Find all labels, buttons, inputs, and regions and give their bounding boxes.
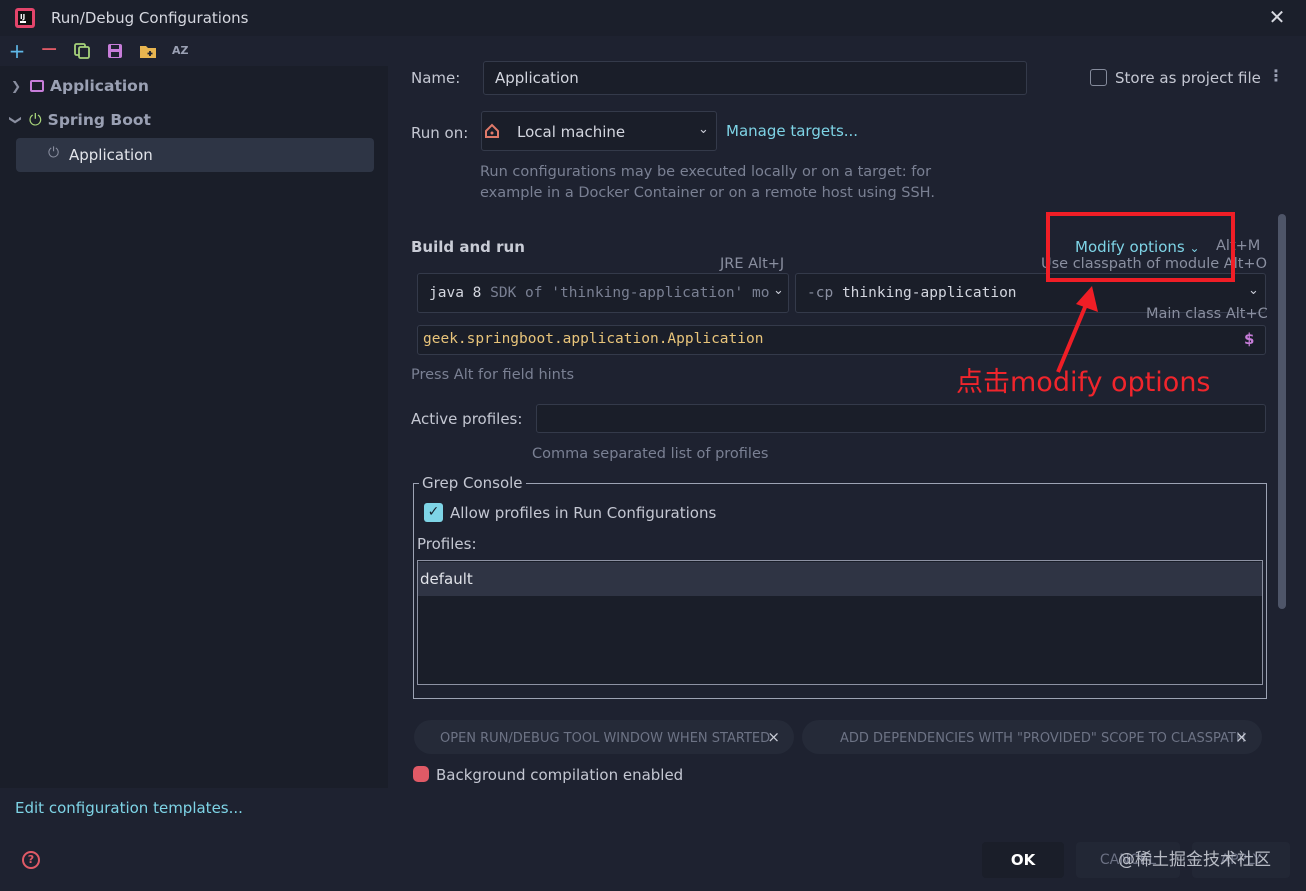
jre-version: java 8 — [429, 285, 482, 301]
add-provided-deps-chip[interactable]: ADD DEPENDENCIES WITH "PROVIDED" SCOPE T… — [802, 720, 1262, 754]
run-on-value: Local machine — [517, 123, 626, 141]
active-profiles-hint: Comma separated list of profiles — [532, 446, 769, 462]
vertical-scrollbar[interactable] — [1278, 214, 1286, 609]
close-icon[interactable]: ✕ — [1266, 6, 1288, 28]
jre-hint: JRE Alt+J — [720, 256, 785, 272]
tree-group-label: Application — [50, 77, 149, 95]
manage-targets-link[interactable]: Manage targets... — [726, 122, 858, 140]
store-as-project-file-checkbox[interactable] — [1090, 69, 1107, 86]
spring-boot-power-icon: ⏻ — [48, 145, 60, 161]
close-icon[interactable]: × — [1235, 728, 1248, 746]
window-title: Run/Debug Configurations — [51, 9, 249, 27]
annotation-highlight-box — [1046, 212, 1235, 282]
active-profiles-input[interactable] — [536, 404, 1266, 433]
run-on-select[interactable]: Local machine — [481, 111, 717, 151]
sort-az-icon[interactable]: AZ — [172, 42, 190, 60]
save-icon[interactable] — [106, 42, 124, 60]
tree-group-application[interactable]: ❯ Application — [8, 70, 383, 102]
dollar-macro-icon[interactable]: $ — [1244, 330, 1254, 348]
more-options-icon[interactable]: ⋮ — [1268, 66, 1284, 85]
chip-label: ADD DEPENDENCIES WITH "PROVIDED" SCOPE T… — [840, 731, 1246, 746]
home-icon — [485, 123, 499, 138]
tree-item-label: Application — [69, 146, 153, 164]
name-input[interactable]: Application — [483, 61, 1027, 95]
main-class-hint: Main class Alt+C — [1146, 306, 1268, 322]
chip-label: OPEN RUN/DEBUG TOOL WINDOW WHEN STARTED — [440, 731, 771, 746]
jre-select[interactable]: java 8 SDK of 'thinking-application' mo — [417, 273, 789, 313]
application-icon — [30, 80, 44, 92]
run-on-hint-line-2: example in a Docker Container or on a re… — [480, 185, 935, 201]
spring-boot-power-icon: ⏻ — [29, 110, 42, 129]
chevron-right-icon[interactable]: ❯ — [8, 79, 24, 93]
svg-text:IJ: IJ — [20, 13, 25, 21]
name-label: Name: — [411, 69, 461, 87]
chevron-down-icon[interactable]: ⌄ — [698, 122, 709, 137]
tree-item-application-selected[interactable]: ⏻ Application — [16, 138, 374, 172]
intellij-logo-icon: IJ — [15, 8, 35, 28]
chevron-down-icon[interactable]: ⌄ — [1248, 283, 1259, 298]
list-item[interactable]: default — [418, 562, 1262, 596]
add-icon[interactable]: + — [8, 41, 26, 61]
cp-module: thinking-application — [841, 285, 1017, 301]
cp-prefix: -cp — [807, 285, 834, 301]
chevron-down-icon[interactable]: ⌄ — [773, 283, 784, 298]
open-tool-window-chip[interactable]: OPEN RUN/DEBUG TOOL WINDOW WHEN STARTED … — [414, 720, 794, 754]
main-class-input[interactable]: geek.springboot.application.Application — [417, 325, 1266, 355]
background-compilation-status: Background compilation enabled — [436, 766, 684, 784]
new-folder-icon[interactable] — [139, 42, 157, 60]
grep-console-title: Grep Console — [419, 474, 526, 492]
allow-profiles-checkbox[interactable]: ✓ — [424, 503, 443, 522]
build-and-run-heading: Build and run — [411, 238, 525, 256]
jre-sdk-desc: SDK of 'thinking-application' mo — [490, 285, 770, 301]
profiles-label: Profiles: — [417, 535, 477, 553]
ok-button[interactable]: OK — [982, 842, 1064, 878]
warning-badge-icon — [413, 766, 429, 782]
remove-icon[interactable]: − — [40, 39, 58, 61]
run-on-label: Run on: — [411, 124, 469, 142]
help-icon[interactable]: ? — [22, 851, 40, 869]
configuration-tree-panel — [0, 66, 388, 788]
close-icon[interactable]: × — [767, 728, 780, 746]
tree-group-spring-boot[interactable]: ❯ ⏻ Spring Boot — [8, 104, 383, 136]
store-as-project-file-label[interactable]: Store as project file — [1115, 69, 1261, 87]
active-profiles-label: Active profiles: — [411, 410, 523, 428]
chevron-down-icon[interactable]: ❯ — [9, 112, 23, 128]
field-hints-text: Press Alt for field hints — [411, 367, 575, 383]
run-on-hint-line-1: Run configurations may be executed local… — [480, 164, 932, 180]
edit-configuration-templates-link[interactable]: Edit configuration templates... — [15, 799, 243, 817]
tree-group-label: Spring Boot — [47, 111, 151, 129]
annotation-text: 点击modify options — [956, 367, 1211, 398]
watermark: @稀土掘金技术社区 — [1118, 850, 1271, 870]
copy-icon[interactable] — [73, 42, 91, 60]
allow-profiles-label[interactable]: Allow profiles in Run Configurations — [450, 504, 716, 522]
